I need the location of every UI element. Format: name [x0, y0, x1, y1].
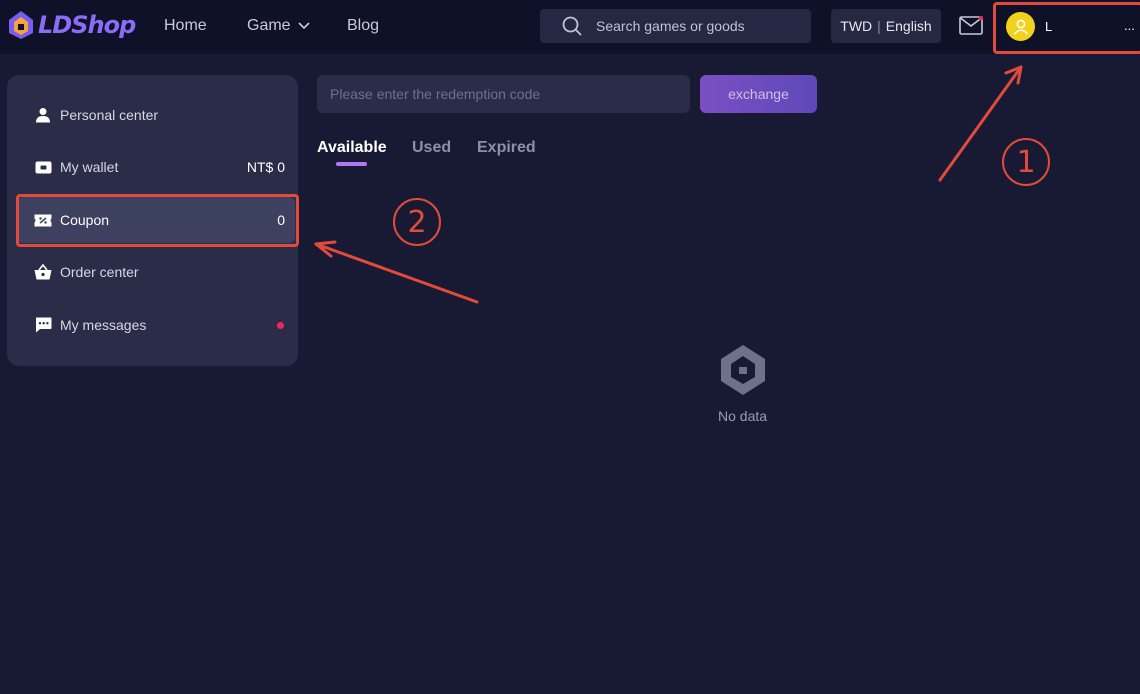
annotation-box-user-menu: [993, 2, 1140, 54]
search-placeholder: Search games or goods: [596, 18, 745, 34]
sidebar-item-label: My wallet: [60, 159, 119, 175]
nav-game[interactable]: Game: [247, 17, 310, 35]
chevron-down-icon: [298, 22, 310, 29]
active-tab-indicator: [336, 162, 367, 166]
sidebar-item-order-center[interactable]: Order center: [17, 249, 295, 295]
annotation-step-1: 1: [1002, 138, 1050, 186]
sidebar-item-personal-center[interactable]: Personal center: [17, 92, 295, 138]
search-icon: [562, 16, 582, 36]
nav-home[interactable]: Home: [164, 17, 207, 35]
empty-state-icon: [721, 345, 765, 395]
sidebar-item-my-wallet[interactable]: My wallet NT$ 0: [17, 144, 295, 190]
separator: |: [877, 18, 881, 34]
sidebar-item-label: My messages: [60, 317, 147, 333]
unread-badge: [277, 322, 284, 329]
language-label: English: [885, 18, 932, 34]
redemption-code-input[interactable]: [317, 75, 690, 113]
annotation-arrow-2: [314, 240, 479, 304]
person-icon: [34, 107, 52, 123]
nav-game-label: Game: [247, 17, 291, 34]
tab-available[interactable]: Available: [317, 139, 387, 157]
basket-icon: [34, 264, 52, 280]
currency-label: TWD: [840, 18, 873, 34]
mail-icon: [959, 15, 984, 35]
top-navigation-bar: LDShop Home Game Blog Search games or go…: [0, 0, 1140, 54]
sidebar-item-label: Personal center: [60, 107, 159, 123]
annotation-step-2: 2: [393, 198, 441, 246]
ldshop-logo[interactable]: LDShop: [8, 10, 136, 40]
logo-icon: [9, 11, 33, 39]
currency-language-selector[interactable]: TWD | English: [831, 9, 941, 43]
tab-expired[interactable]: Expired: [477, 139, 536, 157]
chat-icon: [34, 317, 52, 333]
mail-button[interactable]: [959, 15, 984, 40]
logo-text: LDShop: [38, 11, 136, 39]
empty-state-text: No data: [718, 408, 768, 424]
search-bar[interactable]: Search games or goods: [540, 9, 811, 43]
annotation-box-coupon: [16, 194, 299, 247]
exchange-button[interactable]: exchange: [700, 75, 817, 113]
wallet-icon: [34, 159, 52, 175]
sidebar-item-my-messages[interactable]: My messages: [17, 302, 295, 348]
wallet-balance: NT$ 0: [246, 159, 285, 175]
sidebar-item-label: Order center: [60, 264, 139, 280]
nav-blog[interactable]: Blog: [347, 17, 379, 35]
tab-used[interactable]: Used: [412, 139, 451, 157]
